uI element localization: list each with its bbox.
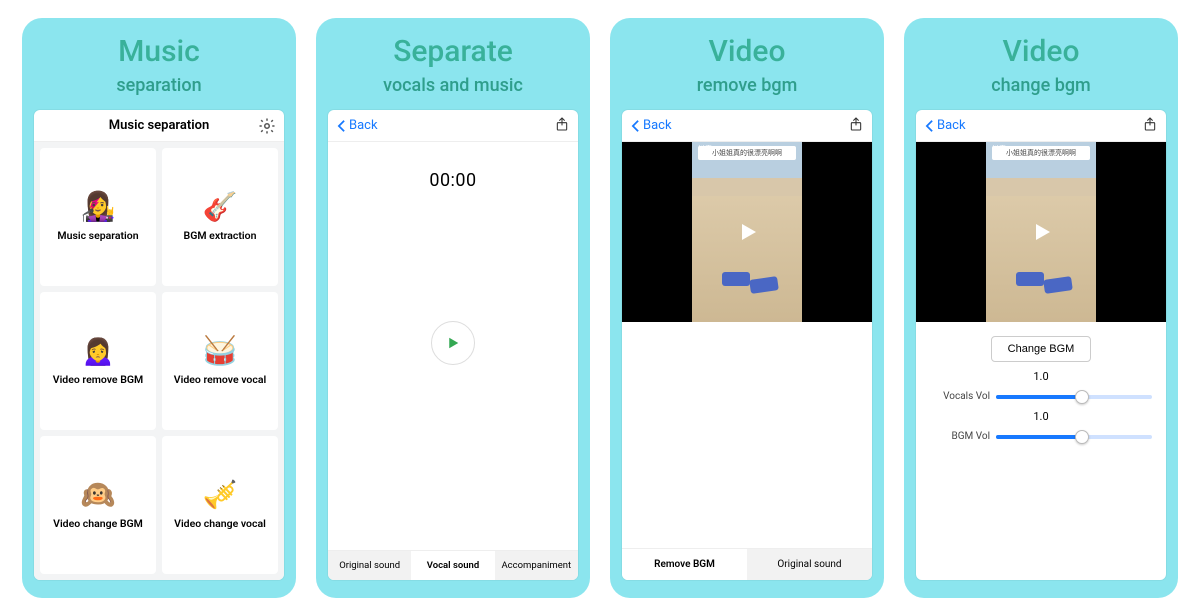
app-header: Music separation [34,110,284,142]
tile-bgm-extraction[interactable]: 🎸 BGM extraction [162,148,278,286]
tile-label: Video remove BGM [53,373,143,386]
feature-grid: 👩‍🎤 Music separation 🎸 BGM extraction 🙍‍… [34,142,284,580]
back-label: Back [349,118,378,133]
tab-remove-bgm[interactable]: Remove BGM [622,549,747,580]
tile-label: Video remove vocal [174,373,266,386]
mode-tabs: Remove BGM Original sound [622,548,872,580]
change-bgm-button[interactable]: Change BGM [991,336,1092,362]
tile-label: Music separation [57,229,138,242]
gear-icon[interactable] [258,117,276,135]
panel-subtitle: vocals and music [383,75,523,96]
video-preview[interactable]: 抖音 小姐姐真的很漂亮啊啊 [916,142,1166,322]
play-button[interactable] [431,321,475,365]
video-source-tag: 抖音 [698,144,712,154]
phone-screen: Back 抖音 小姐姐真的很漂亮啊啊 Remove BGM [622,110,872,580]
nav-bar: Back [328,110,578,142]
phone-screen: Back 00:00 Original sound Vocal sound Ac… [328,110,578,580]
tab-accompaniment[interactable]: Accompaniment [495,551,578,580]
tab-original-sound[interactable]: Original sound [328,551,411,580]
back-button[interactable]: Back [630,118,672,133]
tile-music-separation[interactable]: 👩‍🎤 Music separation [40,148,156,286]
back-button[interactable]: Back [924,118,966,133]
video-thumbnail [986,196,1096,322]
bgm-label: BGM Vol [930,431,990,442]
panel-title: Separate [393,34,513,69]
share-icon[interactable] [1142,115,1158,137]
tile-label: Video change BGM [53,517,143,530]
vocals-label: Vocals Vol [930,391,990,402]
bgm-controls: Change BGM 1.0 Vocals Vol 1.0 BGM Vol [916,322,1166,452]
vocals-slider[interactable] [996,395,1152,399]
audio-tabs: Original sound Vocal sound Accompaniment [328,550,578,580]
time-display: 00:00 [429,170,476,191]
play-icon[interactable] [1029,220,1053,244]
tab-original-sound[interactable]: Original sound [747,549,872,580]
video-source-label: 抖音 [992,144,1006,154]
panel-video-change-bgm: Video change bgm Back 抖音 小姐姐真的很漂亮啊啊 [904,18,1178,598]
hear-no-evil-icon: 🙉 [81,481,116,509]
bgm-slider-row: BGM Vol [930,431,1152,442]
video-caption: 小姐姐真的很漂亮啊啊 [698,146,796,160]
share-icon[interactable] [848,115,864,137]
back-label: Back [643,118,672,133]
guitar-icon: 🎸 [203,193,238,221]
video-source-tag: 抖音 [992,144,1006,154]
person-icon: 🙍‍♀️ [81,337,116,365]
singer-icon: 👩‍🎤 [81,193,116,221]
tile-label: Video change vocal [174,517,266,530]
panel-subtitle: change bgm [991,75,1090,96]
panel-separate-vocals: Separate vocals and music Back 00:00 Ori… [316,18,590,598]
vocals-slider-row: Vocals Vol [930,391,1152,402]
tile-video-change-vocal[interactable]: 🎺 Video change vocal [162,436,278,574]
panel-music-separation: Music separation Music separation 👩‍🎤 Mu… [22,18,296,598]
panel-subtitle: separation [116,75,201,96]
video-preview[interactable]: 抖音 小姐姐真的很漂亮啊啊 [622,142,872,322]
back-label: Back [937,118,966,133]
video-frame: 抖音 小姐姐真的很漂亮啊啊 [692,142,802,322]
trumpet-icon: 🎺 [203,481,238,509]
panel-video-remove-bgm: Video remove bgm Back 抖音 小姐姐真的很漂亮啊啊 [610,18,884,598]
bgm-slider[interactable] [996,435,1152,439]
tab-vocal-sound[interactable]: Vocal sound [411,551,494,580]
panel-subtitle: remove bgm [697,75,798,96]
tile-video-remove-bgm[interactable]: 🙍‍♀️ Video remove BGM [40,292,156,430]
player-body: 00:00 Original sound Vocal sound Accompa… [328,142,578,580]
phone-screen: Music separation 👩‍🎤 Music separation 🎸 … [34,110,284,580]
video-frame: 抖音 小姐姐真的很漂亮啊啊 [986,142,1096,322]
back-button[interactable]: Back [336,118,378,133]
play-icon[interactable] [735,220,759,244]
tile-label: BGM extraction [184,229,257,242]
video-caption: 小姐姐真的很漂亮啊啊 [992,146,1090,160]
app-title: Music separation [109,118,209,133]
vocals-value: 1.0 [1033,370,1048,383]
panel-title: Video [708,34,785,69]
video-source-label: 抖音 [698,144,712,154]
phone-screen: Back 抖音 小姐姐真的很漂亮啊啊 Change BGM [916,110,1166,580]
drum-icon: 🥁 [203,337,238,365]
panel-title: Video [1002,34,1079,69]
panel-title: Music [118,34,200,69]
nav-bar: Back [916,110,1166,142]
video-thumbnail [692,196,802,322]
tile-video-remove-vocal[interactable]: 🥁 Video remove vocal [162,292,278,430]
tile-video-change-bgm[interactable]: 🙉 Video change BGM [40,436,156,574]
share-icon[interactable] [554,115,570,137]
bgm-value: 1.0 [1033,410,1048,423]
nav-bar: Back [622,110,872,142]
